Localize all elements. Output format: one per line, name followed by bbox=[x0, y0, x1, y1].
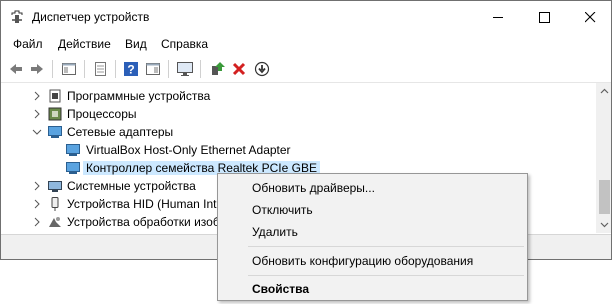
svg-text:?: ? bbox=[127, 63, 134, 77]
tree-item-virtualbox-adapter[interactable]: VirtualBox Host-Only Ethernet Adapter bbox=[2, 141, 596, 159]
menu-separator bbox=[248, 275, 524, 276]
tree-item-label: Программные устройства bbox=[67, 89, 211, 103]
chevron-right-icon[interactable] bbox=[31, 108, 43, 120]
menu-help[interactable]: Справка bbox=[161, 37, 208, 51]
help-icon: ? bbox=[124, 62, 138, 77]
chevron-right-icon[interactable] bbox=[31, 216, 43, 228]
tree-item-label: VirtualBox Host-Only Ethernet Adapter bbox=[86, 143, 291, 157]
help-button[interactable]: ? bbox=[121, 59, 141, 79]
menu-file[interactable]: Файл bbox=[13, 37, 43, 51]
minimize-icon bbox=[492, 16, 503, 18]
tree-item-label: Устройства HID (Human Inte bbox=[67, 197, 224, 211]
delete-icon bbox=[232, 62, 246, 76]
menu-item-label: Свойства bbox=[252, 282, 310, 296]
menu-bar: Файл Действие Вид Справка bbox=[1, 33, 611, 55]
network-adapter-icon bbox=[66, 144, 80, 156]
forward-icon bbox=[31, 64, 43, 74]
forward-button[interactable] bbox=[27, 59, 47, 79]
imaging-icon bbox=[49, 217, 61, 227]
minimize-button[interactable] bbox=[475, 1, 521, 33]
chevron-right-icon[interactable] bbox=[31, 180, 43, 192]
system-device-icon bbox=[48, 181, 62, 192]
chevron-right-icon[interactable] bbox=[31, 90, 43, 102]
show-hide-console-tree-button[interactable] bbox=[59, 59, 79, 79]
chevron-down-icon bbox=[600, 222, 609, 228]
properties-button[interactable] bbox=[90, 59, 110, 79]
hid-icon bbox=[51, 197, 59, 211]
menu-item-label: Обновить конфигурацию оборудования bbox=[252, 254, 474, 268]
menu-view[interactable]: Вид bbox=[125, 37, 147, 51]
toolbar-separator bbox=[52, 60, 53, 78]
maximize-icon bbox=[538, 11, 550, 23]
close-icon bbox=[584, 11, 595, 22]
scan-hardware-menu-item[interactable]: Обновить конфигурацию оборудования bbox=[218, 250, 527, 272]
tree-item-label: Устройства обработки изоб bbox=[67, 215, 220, 229]
device-manager-app-icon bbox=[11, 10, 23, 23]
scroll-down-button[interactable] bbox=[596, 216, 611, 233]
context-menu: Обновить драйверы... Отключить Удалить О… bbox=[217, 173, 528, 301]
page-icon bbox=[95, 62, 106, 76]
menu-action[interactable]: Действие bbox=[58, 37, 111, 51]
tree-item-label: Процессоры bbox=[67, 107, 137, 121]
update-drivers-menu-item[interactable]: Обновить драйверы... bbox=[218, 177, 527, 199]
monitor-icon bbox=[177, 62, 193, 76]
scan-hardware-button[interactable] bbox=[175, 59, 195, 79]
delete-menu-item[interactable]: Удалить bbox=[218, 221, 527, 243]
menu-item-label: Отключить bbox=[252, 203, 313, 217]
download-icon bbox=[254, 61, 270, 77]
vertical-scrollbar[interactable] bbox=[596, 83, 611, 233]
toolbar-separator bbox=[200, 60, 201, 78]
tree-item-label: Сетевые адаптеры bbox=[67, 125, 174, 139]
uninstall-device-button[interactable] bbox=[229, 59, 249, 79]
properties-window-icon bbox=[62, 63, 76, 75]
view-icon bbox=[146, 63, 160, 75]
close-button[interactable] bbox=[567, 1, 611, 33]
toolbar: ? bbox=[1, 56, 611, 83]
toolbar-separator bbox=[84, 60, 85, 78]
window-title: Диспетчер устройств bbox=[32, 10, 150, 24]
maximize-button[interactable] bbox=[521, 1, 567, 33]
back-button[interactable] bbox=[6, 59, 26, 79]
network-adapter-icon bbox=[66, 162, 80, 174]
toolbar-separator bbox=[168, 60, 169, 78]
network-adapter-icon bbox=[48, 126, 62, 138]
properties-menu-item[interactable]: Свойства bbox=[218, 278, 527, 300]
chevron-right-icon[interactable] bbox=[31, 198, 43, 210]
tree-item-processors[interactable]: Процессоры bbox=[2, 105, 596, 123]
processor-icon bbox=[48, 107, 62, 121]
tree-item-label: Системные устройства bbox=[67, 179, 196, 193]
tree-item-software-devices[interactable]: Программные устройства bbox=[2, 87, 596, 105]
toolbar-separator bbox=[115, 60, 116, 78]
back-icon bbox=[10, 64, 22, 74]
chevron-down-icon[interactable] bbox=[31, 126, 43, 138]
menu-item-label: Обновить драйверы... bbox=[252, 181, 375, 195]
title-bar[interactable]: Диспетчер устройств bbox=[1, 1, 611, 33]
menu-item-label: Удалить bbox=[252, 225, 298, 239]
update-driver-button[interactable] bbox=[207, 59, 227, 79]
disable-device-button[interactable] bbox=[252, 59, 272, 79]
update-driver-icon bbox=[212, 62, 225, 75]
tree-item-network-adapters[interactable]: Сетевые адаптеры bbox=[2, 123, 596, 141]
software-device-icon bbox=[49, 89, 61, 103]
disable-menu-item[interactable]: Отключить bbox=[218, 199, 527, 221]
action-view-button[interactable] bbox=[143, 59, 163, 79]
chevron-up-icon bbox=[600, 88, 609, 94]
scroll-up-button[interactable] bbox=[596, 83, 611, 100]
scrollbar-thumb[interactable] bbox=[599, 180, 610, 214]
menu-separator bbox=[248, 246, 524, 247]
